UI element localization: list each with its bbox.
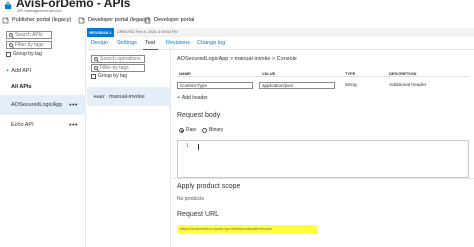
more-options-icon[interactable]: ••• [69,102,78,109]
revision-bar: REVISION 1 CREATED Feb 8, 2020, 5:49:53 … [87,28,474,37]
api-item-label: Echo API [11,122,34,128]
developer-portal-button[interactable]: Developer portal [144,15,194,25]
api-item-echo-api[interactable]: Echo API ••• [0,115,86,135]
radio-raw-label: Raw [186,127,197,133]
checkbox-box [6,51,11,57]
app-subtitle: API Management service [17,8,62,13]
tab-bar: Design Settings Test Revisions Change lo… [87,37,474,50]
request-url-value[interactable]: https://aosforrdemo.azure-api.net/manual… [177,225,317,233]
headers-table-header: NAME VALUE TYPE DESCRIPTION [177,69,469,77]
operation-item-manual-invoke[interactable]: POST manual-invoke [87,87,171,106]
operation-name: manual-invoke [109,93,145,100]
filter-icon [93,66,98,70]
filter-by-tags-placeholder: Filter by tags [15,42,44,48]
group-by-tag-label: Group by tag [13,51,42,57]
more-options-icon[interactable]: ••• [69,122,78,129]
portal-icon [144,17,151,23]
search-icon [93,57,98,61]
header-description: Additional header [389,83,427,88]
tab-test[interactable]: Test [145,40,155,46]
plus-icon: + [6,68,10,74]
api-management-icon [4,1,12,9]
search-operations-placeholder: Search operations [100,56,141,62]
column-description: DESCRIPTION [389,71,417,76]
api-list-panel: Search APIs Filter by tags Group by tag … [0,28,86,247]
radio-raw[interactable]: Raw [179,127,196,133]
product-scope-title: Apply product scope [177,183,241,190]
api-item-aosecuredlogicapp[interactable]: AOSecuredLogicApp ••• [0,95,86,115]
tab-revisions[interactable]: Revisions [166,40,190,46]
radio-binary-label: Binary [209,127,224,133]
column-type: TYPE [345,71,356,76]
revision-created: CREATED Feb 8, 2020, 5:49:53 PM [117,30,178,34]
no-products-text: No products [177,196,204,202]
text-cursor [198,144,199,150]
divider [172,178,474,179]
tab-settings[interactable]: Settings [117,40,137,46]
all-apis-heading: All APIs [11,84,32,90]
checkbox-box [91,73,96,79]
operations-panel: Search operations Filter by tags Group b… [87,50,171,247]
line-number: 1 [186,144,189,149]
add-header-button[interactable]: + Add header [177,95,208,101]
search-apis-placeholder: Search APIs [15,32,43,38]
test-console: AOSecuredLogicApp > manual-invoke > Cons… [172,50,474,247]
radio-button [202,127,207,133]
add-header-label: Add header [181,95,208,101]
header: AvisForDemo - APIs API Management servic… [0,0,474,28]
search-apis-input[interactable]: Search APIs [6,31,52,39]
header-type: string [345,83,357,88]
publisher-portal-legacy-label: Publisher portal (legacy) [12,17,72,23]
radio-binary[interactable]: Binary [202,127,223,133]
filter-operations-input[interactable]: Filter by tags [91,64,145,72]
header-value-input[interactable]: application/json [259,82,335,89]
publisher-portal-legacy-button[interactable]: Publisher portal (legacy) [2,15,71,25]
console-breadcrumb: AOSecuredLogicApp > manual-invoke > Cons… [177,56,297,62]
ops-group-by-tag-checkbox[interactable]: Group by tag [91,73,127,79]
add-api-button[interactable]: + Add API [6,68,31,74]
plus-icon: + [177,95,180,101]
portal-icon [78,17,85,23]
request-body-editor[interactable]: 1 [177,140,469,178]
search-icon [8,33,13,37]
filter-operations-placeholder: Filter by tags [100,65,129,71]
request-url-title: Request URL [177,211,220,218]
tab-change-log[interactable]: Change log [197,40,225,46]
developer-portal-legacy-button[interactable]: Developer portal (legacy) [78,15,149,25]
radio-button [179,127,184,133]
developer-portal-legacy-label: Developer portal (legacy) [88,17,150,23]
add-api-label: Add API [11,68,32,74]
revision-badge: REVISION 1 [87,28,114,37]
filter-by-tags-input[interactable]: Filter by tags [6,41,52,49]
http-method-badge: POST [94,94,105,99]
tab-design[interactable]: Design [91,40,108,46]
column-name: NAME [179,71,191,76]
developer-portal-label: Developer portal [154,17,195,23]
group-by-tag-checkbox[interactable]: Group by tag [6,51,42,57]
column-value: VALUE [262,71,276,76]
api-item-label: AOSecuredLogicApp [11,102,63,108]
filter-icon [8,43,13,47]
search-operations-input[interactable]: Search operations [91,55,145,63]
request-body-title: Request body [177,112,221,119]
portal-icon [2,17,9,23]
header-name-input[interactable]: Content-Type [177,82,253,89]
ops-group-by-tag-label: Group by tag [98,73,127,79]
